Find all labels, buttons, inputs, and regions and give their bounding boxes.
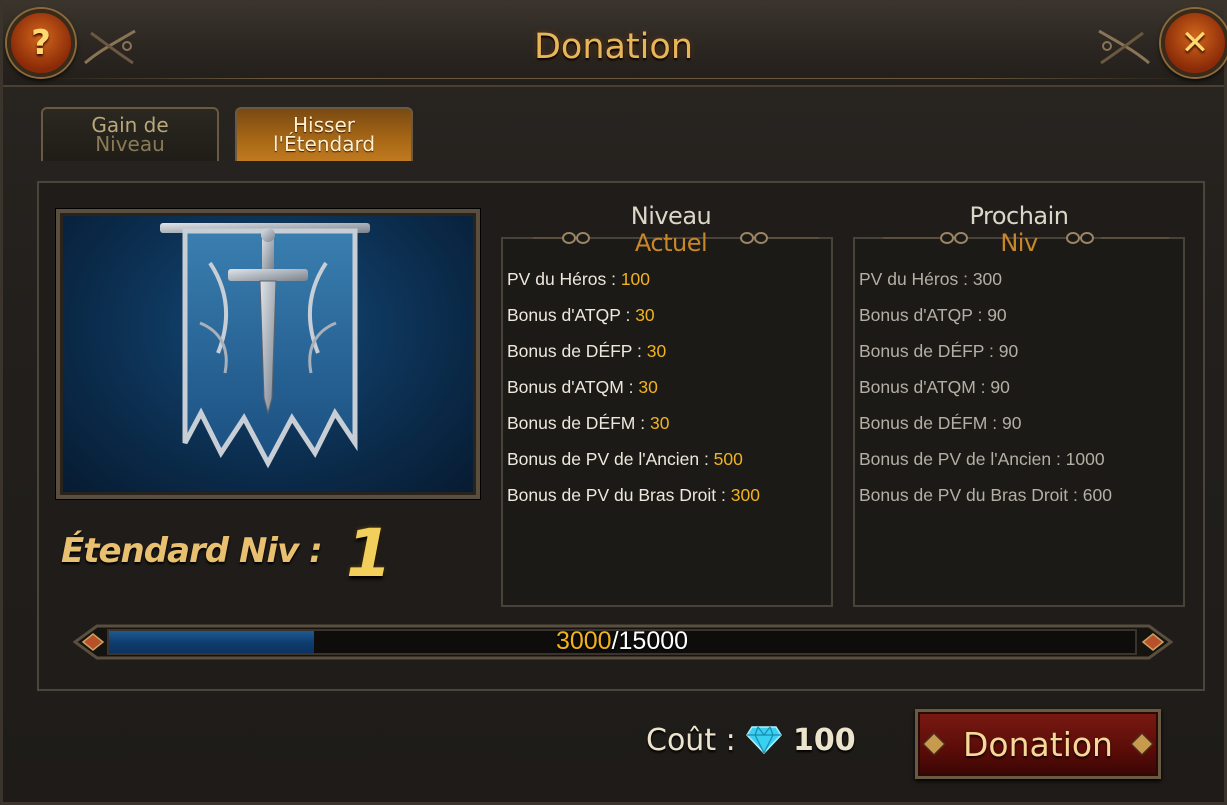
question-mark-icon: ? <box>31 23 51 63</box>
close-button[interactable]: ✕ <box>1161 9 1227 77</box>
stat-label: Bonus de DÉFP : <box>859 341 999 361</box>
stat-value: 30 <box>635 305 655 325</box>
current-stat-row: PV du Héros : 100 <box>507 267 650 291</box>
stat-label: PV du Héros : <box>507 269 621 289</box>
stat-label: Bonus de PV de l'Ancien : <box>859 449 1066 469</box>
next-stat-row: Bonus de DÉFM : 90 <box>859 411 1021 435</box>
next-stat-row: Bonus de PV de l'Ancien : 1000 <box>859 447 1105 471</box>
stat-value: 90 <box>998 341 1019 361</box>
banner-icon <box>160 223 370 469</box>
title-bar: Donation <box>3 3 1224 87</box>
donation-button-label: Donation <box>963 724 1113 764</box>
stat-value: 90 <box>987 305 1007 325</box>
tab-raise-standard[interactable]: Hisser l'Étendard <box>235 107 413 161</box>
stat-value: 300 <box>972 269 1003 289</box>
stat-value: 90 <box>990 377 1010 397</box>
stat-label: Bonus d'ATQP : <box>859 305 988 325</box>
stat-label: Bonus d'ATQM : <box>859 377 991 397</box>
cost-label: Coût : <box>646 723 736 758</box>
divider <box>883 237 939 239</box>
stat-value: 30 <box>638 377 658 397</box>
current-title-line2: Actuel <box>634 229 708 257</box>
current-stat-row: Bonus de DÉFP : 30 <box>507 339 666 363</box>
stat-value: 600 <box>1082 485 1112 505</box>
next-stat-row: Bonus d'ATQM : 90 <box>859 375 1010 399</box>
progress-current: 3000 <box>555 627 612 655</box>
current-stat-row: Bonus de PV de l'Ancien : 500 <box>507 447 743 471</box>
stat-value: 100 <box>620 269 651 289</box>
diamond-icon <box>746 726 782 755</box>
tab-level-gain[interactable]: Gain de Niveau <box>41 107 219 161</box>
next-stat-row: Bonus d'ATQP : 90 <box>859 303 1007 327</box>
stat-label: PV du Héros : <box>859 269 973 289</box>
stat-value: 90 <box>1001 413 1022 433</box>
stat-label: Bonus de PV du Bras Droit : <box>507 485 731 505</box>
close-icon: ✕ <box>1180 23 1210 63</box>
current-stat-row: Bonus de PV du Bras Droit : 300 <box>507 483 760 507</box>
standard-level-value: 1 <box>346 515 392 592</box>
next-title-line1: Prochain <box>969 202 1069 230</box>
stat-value: 500 <box>713 449 743 469</box>
next-stat-row: PV du Héros : 300 <box>859 267 1002 291</box>
window-title: Donation <box>533 27 694 67</box>
stat-label: Bonus de PV de l'Ancien : <box>507 449 714 469</box>
donation-window: Donation ? ✕ Gain de Niveau Hisser l'Éte… <box>0 0 1227 805</box>
progress-max: 15000 <box>618 627 689 655</box>
current-stat-row: Bonus d'ATQM : 30 <box>507 375 658 399</box>
stat-value: 1000 <box>1065 449 1105 469</box>
divider <box>1101 237 1169 239</box>
next-stat-row: Bonus de PV du Bras Droit : 600 <box>859 483 1112 507</box>
stat-label: Bonus de PV du Bras Droit : <box>859 485 1083 505</box>
progress-text: 3000/15000 <box>107 627 1137 656</box>
help-button[interactable]: ? <box>7 9 75 77</box>
next-title-line2: Niv <box>1000 229 1038 257</box>
standard-level-label: Étendard Niv : <box>61 531 323 571</box>
donation-button[interactable]: Donation <box>915 709 1161 779</box>
stat-label: Bonus de DÉFM : <box>507 413 650 433</box>
stat-label: Bonus d'ATQP : <box>507 305 636 325</box>
current-stat-row: Bonus de DÉFM : 30 <box>507 411 669 435</box>
stat-label: Bonus de DÉFP : <box>507 341 647 361</box>
banner-image <box>56 209 480 499</box>
stat-value: 300 <box>730 485 760 505</box>
progress-separator: / <box>611 627 619 655</box>
current-stat-row: Bonus d'ATQP : 30 <box>507 303 655 327</box>
stat-value: 30 <box>649 413 670 433</box>
next-stat-row: Bonus de DÉFP : 90 <box>859 339 1018 363</box>
stat-value: 30 <box>646 341 667 361</box>
scroll-ornament-icon <box>1098 29 1150 65</box>
current-level-title: Niveau Actuel <box>591 203 751 257</box>
cost-value: 100 <box>793 723 856 758</box>
tab-label-line2: l'Étendard <box>272 132 376 156</box>
current-title-line1: Niveau <box>630 202 712 230</box>
ornament-icon <box>562 232 590 244</box>
next-level-title: Prochain Niv <box>957 203 1081 257</box>
scroll-ornament-icon <box>84 29 136 65</box>
tab-label-line2: Niveau <box>95 132 165 156</box>
stat-label: Bonus de DÉFM : <box>859 413 1002 433</box>
stat-label: Bonus d'ATQM : <box>507 377 639 397</box>
